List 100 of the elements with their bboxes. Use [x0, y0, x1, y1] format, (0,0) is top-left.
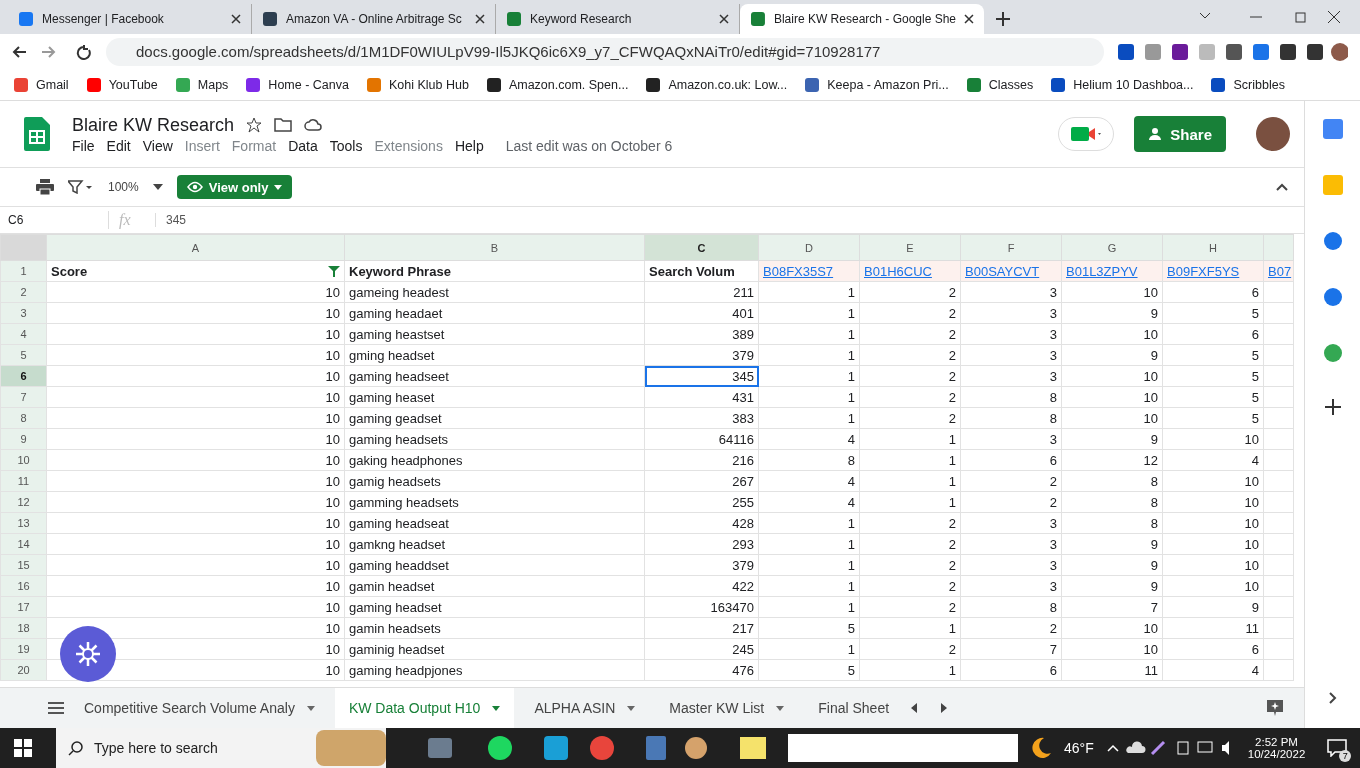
address-input[interactable] [788, 734, 1018, 762]
row-number[interactable]: 16 [0, 575, 47, 597]
bookmark[interactable]: Keepa - Amazon Pri... [805, 78, 949, 92]
browser-tab[interactable]: Keyword Research [496, 4, 740, 34]
column-header[interactable]: G [1061, 234, 1163, 261]
row-number[interactable]: 20 [0, 659, 47, 681]
folder-icon[interactable] [274, 118, 293, 132]
column-header[interactable]: H [1162, 234, 1264, 261]
side-app-icon[interactable] [1322, 231, 1343, 251]
column-header[interactable]: C [644, 234, 759, 261]
taskbar-search-field[interactable]: Type here to search [56, 728, 386, 768]
row-number[interactable]: 3 [0, 302, 47, 324]
bookmark[interactable]: Helium 10 Dashboa... [1051, 78, 1194, 92]
close-icon[interactable] [719, 14, 729, 24]
filter-icon[interactable] [68, 180, 94, 194]
side-app-icon[interactable] [1322, 119, 1343, 139]
zoom-dropdown[interactable]: 100% [108, 180, 139, 194]
row-number[interactable]: 12 [0, 491, 47, 513]
row-number[interactable]: 14 [0, 533, 47, 555]
clock-date[interactable]: 10/24/2022 [1247, 748, 1306, 760]
window-controls-icon[interactable] [1200, 10, 1340, 24]
row-number[interactable]: 11 [0, 470, 47, 492]
menu-item[interactable]: File [72, 137, 95, 154]
bookmark[interactable]: Amazon.com. Spen... [486, 78, 629, 92]
sheet-tab[interactable]: Master KW List [655, 688, 799, 728]
address-bar[interactable]: docs.google.com/spreadsheets/d/1M1DF0WIULpV99-Il5JKQ6ic6X9_y7_CFWQAQxNAiTr0/edit#gid=710928177 [106, 38, 1104, 66]
menu-item[interactable]: View [142, 137, 173, 154]
caret-icon [306, 705, 315, 711]
row-number[interactable]: 18 [0, 617, 47, 639]
row-number[interactable]: 10 [0, 449, 47, 471]
filter-icon[interactable] [328, 265, 340, 277]
side-app-icon[interactable] [1322, 287, 1343, 307]
bookmark[interactable]: Gmail [14, 78, 69, 92]
sheet-tab[interactable]: Competitive Search Volume Analy [70, 688, 329, 728]
menu-item[interactable]: Edit [106, 137, 131, 154]
bookmark[interactable]: YouTube [86, 78, 158, 92]
notification-button[interactable]: 7 [1317, 728, 1358, 768]
row-number[interactable]: 5 [0, 344, 47, 366]
cell-reference[interactable]: C6 [0, 213, 108, 227]
cloud-icon[interactable] [304, 118, 323, 132]
view-only-button[interactable]: View only [176, 175, 293, 199]
close-icon[interactable] [964, 14, 974, 24]
caret-icon[interactable] [152, 184, 163, 190]
row-number[interactable]: 1 [0, 260, 47, 282]
sheet-tab[interactable]: KW Data Output H10 [334, 688, 515, 728]
new-tab-icon[interactable] [996, 12, 1010, 26]
add-icon[interactable] [1324, 399, 1341, 415]
bookmark[interactable]: Maps [175, 78, 229, 92]
row-number[interactable]: 9 [0, 428, 47, 450]
row-number[interactable]: 13 [0, 512, 47, 534]
bookmark[interactable]: Classes [966, 78, 1034, 92]
browser-tab[interactable]: Blaire KW Research - Google She [740, 4, 984, 34]
floating-action-button[interactable] [60, 626, 116, 682]
row-number[interactable]: 17 [0, 596, 47, 618]
column-header[interactable]: F [960, 234, 1062, 261]
row-number[interactable]: 19 [0, 638, 47, 660]
side-app-icon[interactable] [1322, 343, 1343, 363]
menu-item[interactable]: Tools [329, 137, 363, 154]
column-header[interactable]: D [758, 234, 860, 261]
column-header[interactable]: E [859, 234, 961, 261]
row-number[interactable]: 4 [0, 323, 47, 345]
row-number[interactable]: 8 [0, 407, 47, 429]
table-cell: 8 [960, 407, 1062, 429]
row-number[interactable]: 15 [0, 554, 47, 576]
menu-item[interactable]: Help [454, 137, 484, 154]
fx-label: fx [108, 211, 155, 229]
weather-temperature[interactable]: 46°F [1064, 740, 1094, 756]
star-icon[interactable] [246, 117, 263, 133]
chevron-icon[interactable] [1328, 692, 1337, 704]
browser-tab[interactable]: Amazon VA - Online Arbitrage Sc [252, 4, 496, 34]
bookmark[interactable]: Amazon.co.uk: Low... [646, 78, 788, 92]
close-icon[interactable] [475, 14, 485, 24]
explore-icon[interactable] [1266, 699, 1284, 717]
collapse-icon[interactable] [1276, 183, 1288, 191]
sheets-logo-icon[interactable] [24, 117, 50, 151]
column-header[interactable]: A [46, 234, 345, 261]
menu-item[interactable]: Data [288, 137, 318, 154]
avatar[interactable] [1256, 117, 1290, 151]
clock-time[interactable]: 2:52 PM [1255, 736, 1298, 748]
navigation-icon[interactable] [12, 44, 92, 60]
bookmark[interactable]: Home - Canva [246, 78, 349, 92]
sheet-tab[interactable]: ALPHA ASIN [520, 688, 650, 728]
row-number[interactable]: 7 [0, 386, 47, 408]
row-number[interactable]: 2 [0, 281, 47, 303]
column-header[interactable]: B [344, 234, 645, 261]
formula-input[interactable]: 345 [155, 213, 187, 227]
last-edit-link[interactable]: Last edit was on October 6 [505, 137, 673, 154]
browser-tab[interactable]: Messenger | Facebook [8, 4, 252, 34]
extension-icons[interactable] [1118, 42, 1348, 62]
windows-start-icon[interactable] [14, 739, 32, 757]
share-button[interactable]: Share [1134, 116, 1226, 152]
bookmark[interactable]: Scribbles [1211, 78, 1285, 92]
row-number[interactable]: 6 [0, 365, 47, 387]
bookmark[interactable]: Kohi Klub Hub [366, 78, 469, 92]
close-icon[interactable] [231, 14, 241, 24]
print-icon[interactable] [36, 179, 54, 195]
sheet-tab[interactable]: Final Sheet [804, 688, 904, 728]
menu-icon[interactable] [48, 702, 64, 714]
document-title[interactable]: Blaire KW Research [72, 114, 235, 136]
table-cell: 7 [1061, 596, 1163, 618]
